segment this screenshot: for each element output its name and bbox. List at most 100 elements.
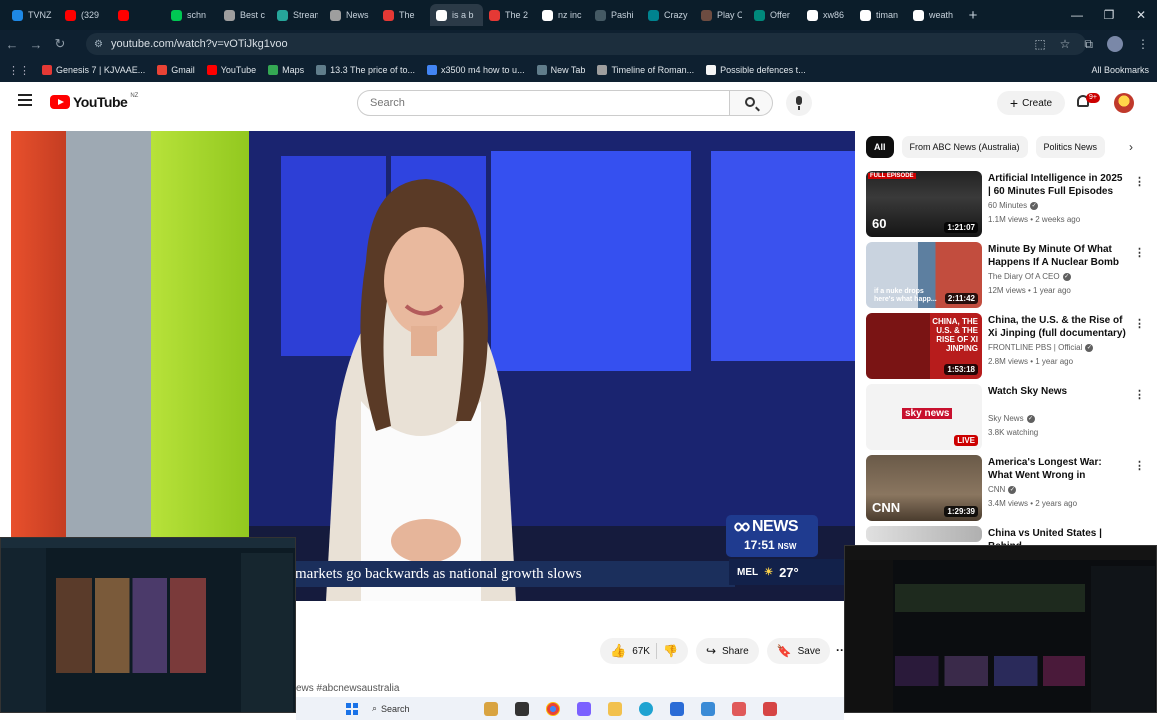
browser-tab[interactable]: timan [854, 4, 907, 26]
search-input[interactable] [357, 90, 730, 116]
like-button[interactable]: 👍 67K [610, 643, 650, 659]
recommendation-item[interactable]: CNN 1:29:39 America's Longest War: What We… [866, 455, 1146, 521]
install-icon[interactable]: ⬚ [1034, 37, 1045, 51]
browser-menu-icon[interactable]: ⋮ [1137, 37, 1149, 51]
app-icon-1[interactable] [732, 701, 746, 716]
account-avatar[interactable] [1114, 93, 1134, 113]
recommendation-thumbnail[interactable]: CHINA, THE U.S. & THE RISE OF XI JINPING… [866, 313, 982, 379]
menu-icon[interactable] [18, 94, 32, 106]
browser-tab[interactable]: Best c [218, 4, 271, 26]
recommendation-channel[interactable]: CNN ✓ [988, 485, 1017, 494]
minimize-button[interactable]: — [1061, 0, 1093, 30]
recommendation-channel[interactable]: Sky News ✓ [988, 414, 1035, 423]
browser-tab[interactable]: The [377, 4, 430, 26]
browser-tab[interactable]: The 2 [483, 4, 536, 26]
recommendation-thumbnail[interactable]: 60 FULL EPISODE 1:21:07 [866, 171, 982, 237]
recommendation-thumbnail[interactable]: sky news LIVE [866, 384, 982, 450]
filter-chip[interactable]: All [866, 136, 894, 158]
share-button[interactable]: ↪ Share [695, 638, 759, 664]
recommendation-menu-icon[interactable]: ⋮ [1134, 175, 1145, 188]
profile-avatar[interactable] [1107, 36, 1123, 52]
close-window-button[interactable]: ✕ [1125, 0, 1157, 30]
task-view-icon[interactable] [515, 701, 529, 716]
thumbs-down-icon[interactable]: 👎 [663, 644, 678, 658]
bookmark-star-icon[interactable]: ☆ [1060, 37, 1071, 51]
bookmark-item[interactable]: Gmail [157, 65, 195, 75]
create-button[interactable]: + Create [997, 91, 1065, 115]
recommendation-title[interactable]: Watch Sky News [988, 385, 1128, 398]
browser-tab[interactable]: Play C [695, 4, 748, 26]
save-button[interactable]: 🔖 Save [766, 638, 831, 664]
recommendation-item[interactable]: sky news LIVE Watch Sky News Sky News ✓ 3.8K … [866, 384, 1146, 450]
filter-chip[interactable]: Politics News [1035, 136, 1106, 158]
recommendation-thumbnail[interactable]: if a nuke drops here's what happ... 2:11:… [866, 242, 982, 308]
bookmark-item[interactable]: Possible defences t... [706, 65, 806, 75]
voice-search-button[interactable] [786, 90, 812, 116]
bookmark-item[interactable]: New Tab [536, 65, 585, 75]
browser-tab[interactable]: News [324, 4, 377, 26]
recommendation-item[interactable]: China vs United States | Behind [866, 526, 1146, 552]
widgets-icon[interactable] [484, 701, 498, 716]
recommendation-menu-icon[interactable]: ⋮ [1134, 317, 1145, 330]
taskbar-search[interactable]: ⌕ Search [372, 703, 467, 714]
browser-tab[interactable]: Crazy [642, 4, 695, 26]
file-explorer-icon[interactable] [608, 701, 622, 716]
recommendation-title[interactable]: America's Longest War: What Went Wrong i… [988, 456, 1128, 482]
browser-tab[interactable]: (329 [59, 4, 112, 26]
reload-button[interactable]: ↻ [48, 36, 72, 52]
site-info-icon[interactable]: ⚙ [94, 39, 103, 50]
new-tab-button[interactable]: + [964, 7, 982, 24]
bookmark-item[interactable]: 13.3 The price of to... [316, 65, 415, 75]
chevron-right-icon[interactable]: › [1122, 138, 1140, 156]
recommendation-item[interactable]: 60 FULL EPISODE 1:21:07 Artificial Intellig… [866, 171, 1146, 237]
copilot-icon[interactable] [577, 701, 591, 716]
recommendation-thumbnail[interactable]: CNN 1:29:39 [866, 455, 982, 521]
recommendation-menu-icon[interactable]: ⋮ [1134, 246, 1145, 259]
youtube-logo[interactable]: YouTube NZ [50, 93, 138, 110]
omnibox[interactable]: ⚙ youtube.com/watch?v=vOTiJkg1voo [86, 33, 1086, 55]
browser-tab[interactable] [112, 4, 165, 26]
recommendation-menu-icon[interactable]: ⋮ [1134, 388, 1145, 401]
recommendation-channel[interactable]: The Diary Of A CEO ✓ [988, 272, 1071, 281]
recommendation-title[interactable]: Minute By Minute Of What Happens If A Nu… [988, 243, 1128, 269]
bookmark-item[interactable]: Genesis 7 | KJVAAE... [42, 65, 145, 75]
recommendation-menu-icon[interactable]: ⋮ [1134, 459, 1145, 472]
browser-tab[interactable]: schn [165, 4, 218, 26]
filter-chip[interactable]: From ABC News (Australia) [901, 136, 1028, 158]
recommendation-channel[interactable]: 60 Minutes ✓ [988, 201, 1039, 210]
overlay-left-sidebar [1, 548, 46, 712]
mail-icon[interactable] [670, 701, 684, 716]
video-player[interactable]: NEWS 17:51 NSW markets go backwards as na… [11, 131, 855, 601]
recommendation-item[interactable]: CHINA, THE U.S. & THE RISE OF XI JINPING… [866, 313, 1146, 379]
browser-tab[interactable]: Pashi [589, 4, 642, 26]
recommendation-title[interactable]: China, the U.S. & the Rise of Xi Jinping… [988, 314, 1128, 340]
browser-tab[interactable]: TVNZ [6, 4, 59, 26]
apps-icon[interactable]: ⋮⋮ [8, 64, 30, 77]
browser-tab[interactable]: is a b [430, 4, 483, 26]
browser-tab[interactable]: weath [907, 4, 960, 26]
forward-button[interactable]: → [24, 37, 48, 52]
recommendation-channel[interactable]: FRONTLINE PBS | Official ✓ [988, 343, 1094, 352]
browser-tab[interactable]: nz inc [536, 4, 589, 26]
browser-tab[interactable]: Offer [748, 4, 801, 26]
chrome-icon[interactable] [546, 701, 560, 716]
back-button[interactable]: ← [0, 37, 24, 52]
store-icon[interactable] [701, 701, 715, 716]
bookmark-item[interactable]: x3500 m4 how to u... [427, 65, 525, 75]
bookmark-item[interactable]: YouTube [206, 65, 256, 75]
browser-tab[interactable]: xw86 [801, 4, 854, 26]
recommendation-title[interactable]: Artificial Intelligence in 2025 | 60 Min… [988, 172, 1128, 198]
windows-start-icon[interactable] [346, 702, 358, 715]
extensions-icon[interactable]: ⧉ [1084, 37, 1093, 52]
edge-icon[interactable] [639, 701, 653, 716]
maximize-button[interactable]: ❐ [1093, 0, 1125, 30]
weather-city: MEL [737, 566, 759, 578]
app-icon-2[interactable] [763, 701, 777, 716]
bookmark-item[interactable]: Timeline of Roman... [597, 65, 694, 75]
bookmark-item[interactable]: Maps [268, 65, 304, 75]
recommendation-item[interactable]: if a nuke drops here's what happ... 2:11:… [866, 242, 1146, 308]
recommendation-thumbnail[interactable] [866, 526, 982, 542]
search-button[interactable] [730, 90, 773, 116]
all-bookmarks[interactable]: All Bookmarks [1091, 58, 1149, 82]
browser-tab[interactable]: Stream [271, 4, 324, 26]
